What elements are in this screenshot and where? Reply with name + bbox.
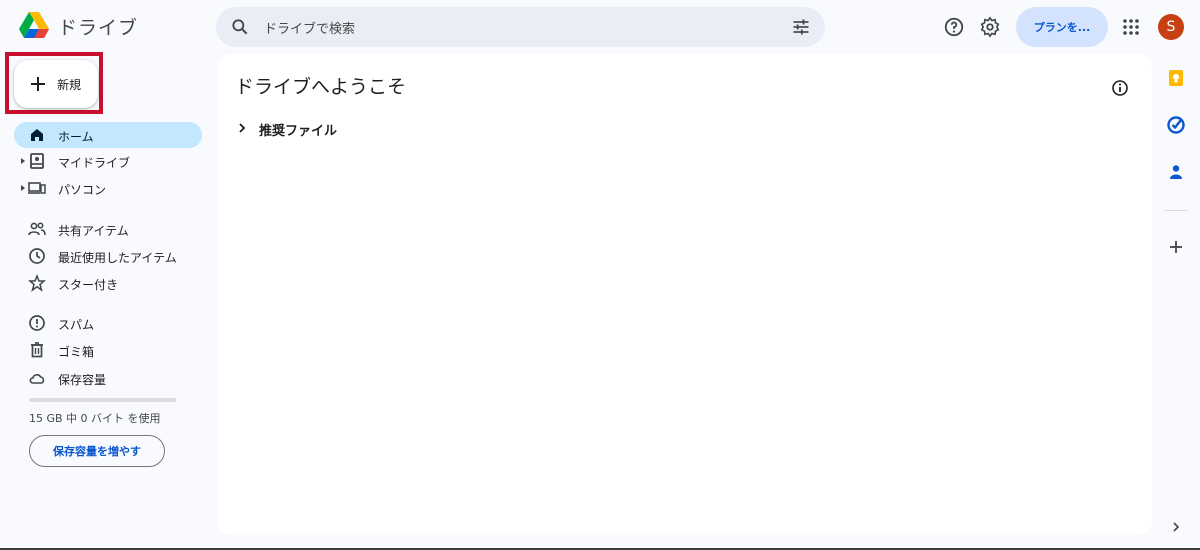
home-icon bbox=[31, 129, 43, 141]
sidebar-item-starred[interactable]: スター付き bbox=[14, 270, 202, 296]
search-input[interactable]: ドライブで検索 bbox=[264, 18, 355, 37]
sidebar-item-recent[interactable]: 最近使用したアイテム bbox=[14, 243, 202, 269]
search-icon[interactable] bbox=[230, 17, 250, 37]
sidebar-item-label: 保存容量 bbox=[58, 373, 107, 387]
get-more-storage-button[interactable]: 保存容量を増やす bbox=[29, 435, 165, 467]
sidebar-item-label: ホーム bbox=[58, 130, 94, 144]
sidebar-item-home[interactable]: ホーム bbox=[14, 122, 202, 148]
recent-icon bbox=[29, 248, 45, 264]
plan-button[interactable]: プランを... bbox=[1016, 7, 1108, 47]
sidebar-item-spam[interactable]: スパム bbox=[14, 310, 202, 336]
main-panel: ドライブへようこそ 推奨ファイル bbox=[217, 54, 1152, 535]
sidebar-item-label: マイドライブ bbox=[58, 156, 131, 170]
chevron-right-icon[interactable] bbox=[235, 121, 249, 135]
storage-usage-text: 15 GB 中 0 バイト を使用 bbox=[29, 412, 161, 425]
shared-icon bbox=[28, 222, 46, 236]
sidebar-item-label: スター付き bbox=[58, 278, 119, 292]
plus-icon bbox=[31, 77, 45, 91]
expand-side-panel-icon[interactable] bbox=[1166, 517, 1186, 537]
suggested-files-label: 推奨ファイル bbox=[259, 124, 338, 139]
sidebar-item-storage[interactable]: 保存容量 bbox=[14, 365, 202, 391]
sidebar-item-my-drive[interactable]: マイドライブ bbox=[14, 148, 202, 174]
star-icon bbox=[28, 274, 46, 292]
sidebar-item-label: ゴミ箱 bbox=[58, 345, 95, 359]
drive-logo-icon[interactable] bbox=[18, 11, 50, 41]
spam-icon bbox=[29, 315, 45, 331]
my-drive-icon bbox=[30, 153, 44, 169]
app-title[interactable]: ドライブ bbox=[58, 13, 138, 40]
settings-icon[interactable] bbox=[979, 16, 1001, 38]
avatar[interactable]: S bbox=[1158, 14, 1184, 40]
tasks-icon[interactable] bbox=[1166, 115, 1186, 135]
page-title: ドライブへようこそ bbox=[235, 76, 407, 98]
apps-icon[interactable] bbox=[1121, 17, 1141, 37]
sidebar-item-label: 共有アイテム bbox=[58, 224, 129, 238]
search-bar[interactable]: ドライブで検索 bbox=[216, 7, 825, 47]
sidebar-item-label: 最近使用したアイテム bbox=[58, 251, 177, 265]
sidebar-item-label: スパム bbox=[58, 318, 95, 332]
cloud-icon bbox=[29, 374, 45, 384]
new-button-label: 新規 bbox=[57, 78, 82, 92]
sidebar-item-trash[interactable]: ゴミ箱 bbox=[14, 337, 202, 363]
sidebar-item-computers[interactable]: パソコン bbox=[14, 175, 202, 201]
sidebar-item-label: パソコン bbox=[58, 183, 107, 197]
info-icon[interactable] bbox=[1111, 79, 1129, 97]
help-icon[interactable] bbox=[943, 16, 965, 38]
expand-arrow-icon[interactable] bbox=[20, 156, 26, 166]
new-button[interactable]: 新規 bbox=[14, 60, 98, 108]
keep-icon[interactable] bbox=[1166, 68, 1186, 88]
side-panel-divider bbox=[1164, 210, 1188, 211]
add-icon[interactable] bbox=[1166, 237, 1186, 257]
tune-icon[interactable] bbox=[791, 17, 811, 37]
storage-progress-bar bbox=[29, 398, 176, 402]
computers-icon bbox=[28, 182, 46, 194]
header: ドライブ ドライブで検索 プランを... S bbox=[0, 0, 1200, 54]
contacts-icon[interactable] bbox=[1166, 162, 1186, 182]
sidebar-item-shared[interactable]: 共有アイテム bbox=[14, 216, 202, 242]
expand-arrow-icon[interactable] bbox=[20, 183, 26, 193]
trash-icon bbox=[31, 342, 43, 358]
